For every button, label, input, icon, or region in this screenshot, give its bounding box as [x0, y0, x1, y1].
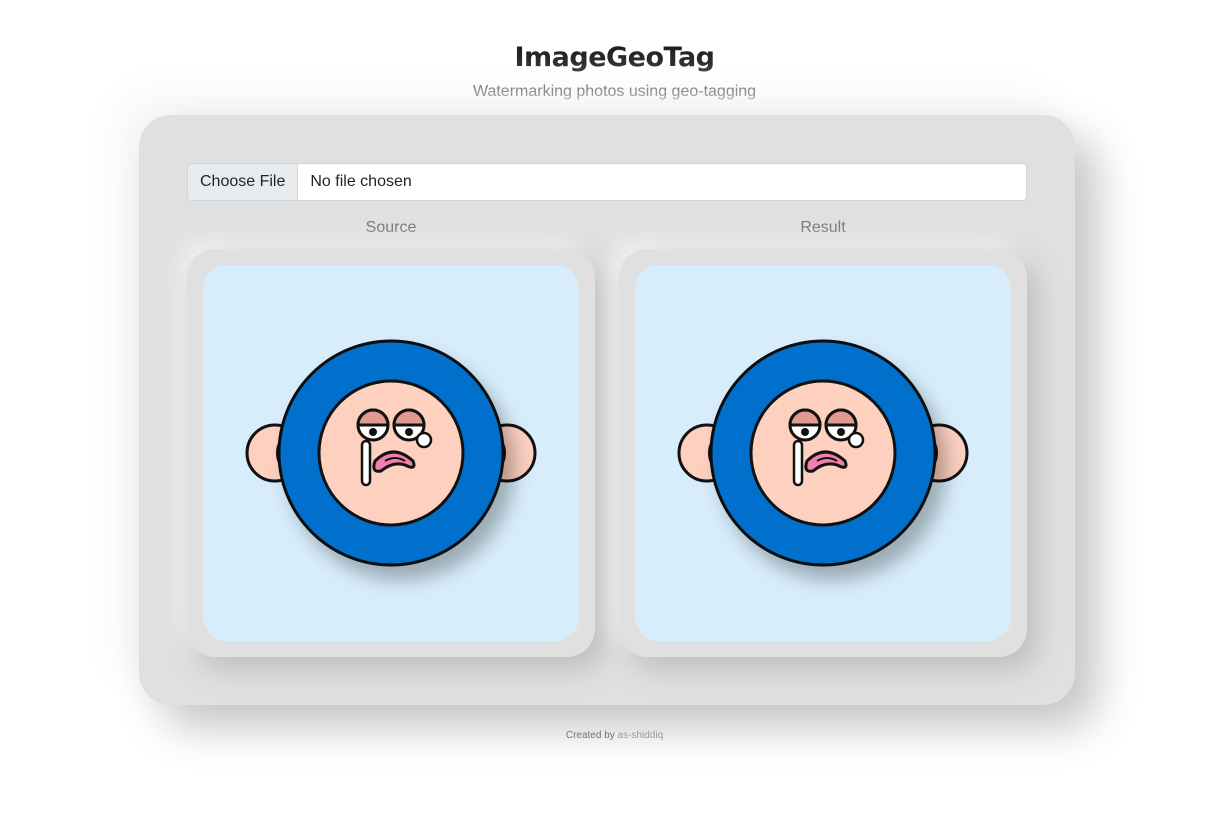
- result-panel: [619, 249, 1027, 657]
- main-card: Choose File No file chosen Source Result: [139, 115, 1075, 705]
- source-label: Source: [365, 219, 417, 236]
- result-label: Result: [800, 219, 846, 236]
- file-input[interactable]: Choose File No file chosen: [187, 163, 1027, 201]
- file-status: No file chosen: [310, 173, 412, 190]
- app-title: ImageGeoTag: [514, 42, 715, 73]
- app-subtitle: Watermarking photos using geo-tagging: [472, 83, 757, 100]
- source-panel: [187, 249, 595, 657]
- source-image: [203, 265, 579, 641]
- footer: Created by as-shiddiq: [0, 730, 1229, 741]
- result-image: [635, 265, 1011, 641]
- footer-prefix: Created by: [565, 730, 615, 741]
- cartoon-face-icon: [245, 339, 537, 567]
- choose-file-button[interactable]: Choose File: [188, 164, 299, 200]
- author-link[interactable]: as-shiddiq: [618, 730, 664, 741]
- header: ImageGeoTag Watermarking photos using ge…: [0, 0, 1229, 102]
- cartoon-face-icon: [677, 339, 969, 567]
